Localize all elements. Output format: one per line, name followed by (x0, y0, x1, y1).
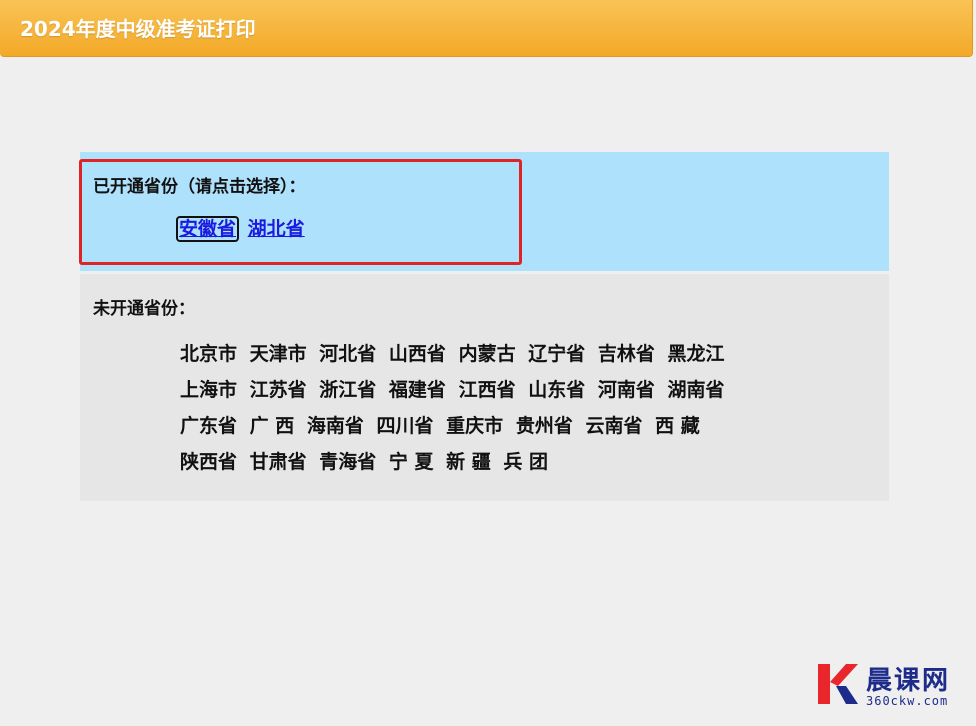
closed-row: 北京市 天津市 河北省 山西省 内蒙古 辽宁省 吉林省 黑龙江 (180, 336, 731, 372)
province-item: 青海省 (319, 451, 377, 473)
closed-row: 陕西省 甘肃省 青海省 宁 夏 新 疆 兵 团 (180, 444, 731, 480)
province-item: 河南省 (597, 379, 655, 401)
province-item: 辽宁省 (528, 343, 586, 365)
province-item: 海南省 (306, 415, 364, 437)
watermark-name: 晨课网 (866, 666, 951, 696)
province-item: 江西省 (458, 379, 516, 401)
province-item: 黑龙江 (667, 343, 725, 365)
page-title: 2024年度中级准考证打印 (20, 17, 256, 41)
province-item: 重庆市 (446, 415, 504, 437)
province-item: 云南省 (585, 415, 643, 437)
province-item: 北京市 (180, 343, 238, 365)
province-item: 上海市 (180, 379, 238, 401)
province-item: 福建省 (388, 379, 446, 401)
k-logo-icon (818, 664, 858, 704)
province-item: 贵州省 (515, 415, 573, 437)
province-item: 湖南省 (667, 379, 725, 401)
province-item: 广 西 (249, 415, 295, 437)
province-item: 吉林省 (597, 343, 655, 365)
closed-row: 广东省 广 西 海南省 四川省 重庆市 贵州省 云南省 西 藏 (180, 408, 731, 444)
header-bar: 2024年度中级准考证打印 (0, 0, 973, 57)
province-item: 甘肃省 (249, 451, 307, 473)
province-item: 四川省 (376, 415, 434, 437)
province-item: 宁 夏 (388, 451, 434, 473)
watermark-url: 360ckw.com (866, 694, 949, 708)
province-item: 内蒙古 (458, 343, 516, 365)
province-item: 西 藏 (655, 415, 700, 437)
province-item: 河北省 (319, 343, 377, 365)
province-item: 陕西省 (180, 451, 238, 473)
closed-row: 上海市 江苏省 浙江省 福建省 江西省 山东省 河南省 湖南省 (180, 372, 731, 408)
province-item: 兵 团 (503, 451, 549, 473)
watermark-logo: 晨课网 360ckw.com (816, 660, 966, 712)
province-item: 山东省 (528, 379, 586, 401)
province-item: 山西省 (388, 343, 446, 365)
selection-highlight-box (79, 159, 522, 265)
province-item: 浙江省 (319, 379, 377, 401)
province-item: 新 疆 (446, 451, 491, 473)
closed-provinces-title: 未开通省份： (93, 299, 195, 319)
closed-provinces-panel: 未开通省份： 北京市 天津市 河北省 山西省 内蒙古 辽宁省 吉林省 黑龙江 上… (80, 274, 889, 501)
province-item: 广东省 (180, 415, 238, 437)
province-item: 江苏省 (249, 379, 307, 401)
province-item: 天津市 (249, 343, 307, 365)
closed-provinces-list: 北京市 天津市 河北省 山西省 内蒙古 辽宁省 吉林省 黑龙江 上海市 江苏省 … (180, 336, 731, 480)
